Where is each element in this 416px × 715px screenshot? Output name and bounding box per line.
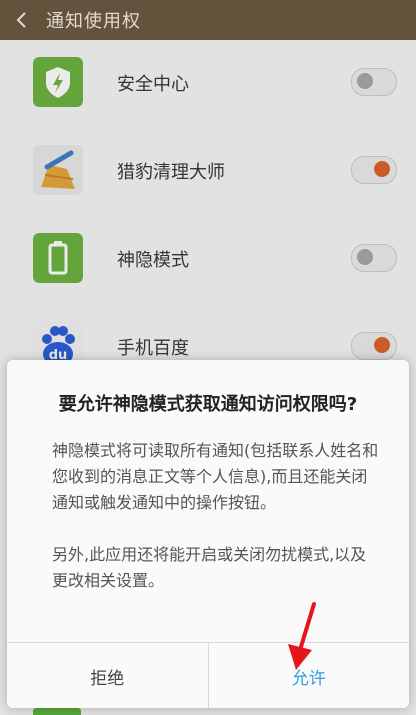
dialog-buttons: 拒绝 允许 [7,642,409,709]
dialog-body: 神隐模式将可读取所有通知(包括联系人姓名和您收到的消息正文等个人信息),而且还能… [52,438,382,594]
red-arrow-annotation [288,602,316,670]
deny-button[interactable]: 拒绝 [7,643,209,709]
permission-dialog: 要允许神隐模式获取通知访问权限吗? 神隐模式将可读取所有通知(包括联系人姓名和您… [7,360,409,709]
dialog-title: 要允许神隐模式获取通知访问权限吗? [58,394,358,415]
dialog-body-paragraph: 另外,此应用还将能开启或关闭勿扰模式,以及更改相关设置。 [52,545,367,590]
dialog-body-paragraph: 神隐模式将可读取所有通知(包括联系人姓名和您收到的消息正文等个人信息),而且还能… [52,441,379,512]
